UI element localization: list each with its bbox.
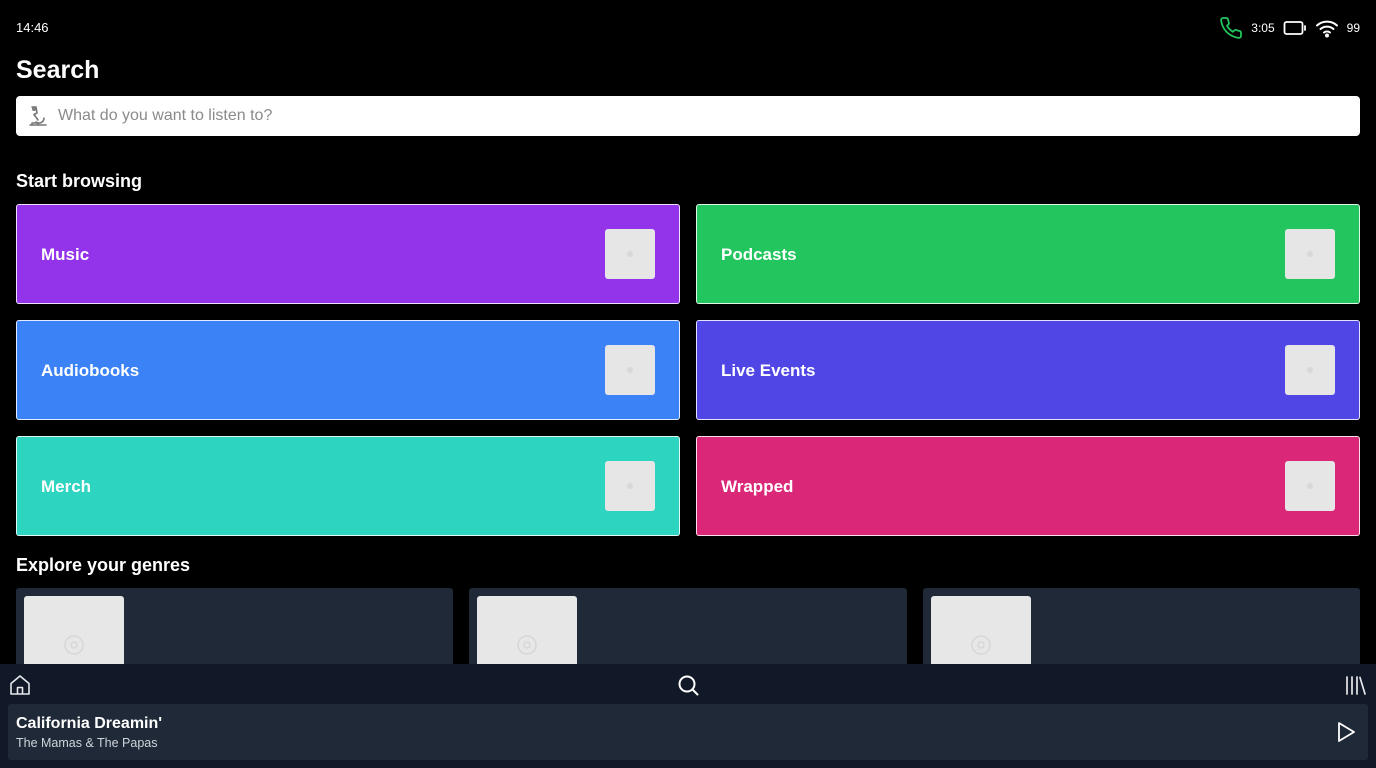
microphone-icon[interactable] bbox=[26, 104, 50, 128]
play-icon[interactable] bbox=[1334, 720, 1358, 744]
status-bar: 14:46 3:05 99 bbox=[0, 0, 1376, 54]
category-card-music[interactable]: Music bbox=[16, 204, 680, 304]
library-icon[interactable] bbox=[1342, 672, 1368, 698]
image-placeholder-icon bbox=[627, 483, 633, 489]
category-image bbox=[1285, 229, 1335, 279]
category-card-audiobooks[interactable]: Audiobooks bbox=[16, 320, 680, 420]
now-playing-title: California Dreamin' bbox=[16, 715, 163, 732]
category-label: Live Events bbox=[721, 361, 816, 380]
browse-heading: Start browsing bbox=[16, 171, 143, 191]
browse-grid: Music Podcasts Audiobooks Live Events Me… bbox=[16, 204, 1360, 536]
disc-icon bbox=[64, 635, 84, 655]
genre-image bbox=[24, 596, 124, 664]
disc-icon bbox=[970, 635, 991, 655]
disc-icon bbox=[517, 635, 538, 655]
category-image bbox=[1285, 461, 1335, 511]
category-label: Merch bbox=[41, 477, 92, 496]
search-input[interactable] bbox=[56, 97, 1360, 135]
image-placeholder-icon bbox=[1307, 483, 1313, 489]
category-image bbox=[1285, 345, 1335, 395]
image-placeholder-icon bbox=[1307, 251, 1313, 257]
genre-image bbox=[477, 596, 578, 664]
category-image bbox=[605, 461, 655, 511]
genre-card[interactable] bbox=[16, 588, 454, 664]
genre-card[interactable] bbox=[922, 588, 1360, 664]
category-label: Audiobooks bbox=[41, 361, 140, 380]
image-placeholder-icon bbox=[627, 367, 633, 373]
image-placeholder-icon bbox=[1307, 367, 1313, 373]
category-card-live-events[interactable]: Live Events bbox=[696, 320, 1360, 420]
genre-image bbox=[930, 596, 1031, 664]
call-duration: 3:05 bbox=[1251, 21, 1275, 35]
category-card-merch[interactable]: Merch bbox=[16, 436, 680, 536]
page-title: Search bbox=[16, 56, 100, 84]
status-time: 14:46 bbox=[16, 20, 49, 35]
wifi-icon bbox=[1315, 18, 1339, 38]
genre-card[interactable] bbox=[469, 588, 907, 664]
category-label: Podcasts bbox=[721, 245, 797, 264]
home-icon[interactable] bbox=[7, 672, 33, 698]
bottom-nav: California Dreamin' The Mamas & The Papa… bbox=[0, 664, 1376, 768]
category-card-podcasts[interactable]: Podcasts bbox=[696, 204, 1360, 304]
battery-icon bbox=[1283, 20, 1307, 36]
now-playing-bar[interactable]: California Dreamin' The Mamas & The Papa… bbox=[8, 704, 1368, 760]
genres-heading: Explore your genres bbox=[16, 555, 191, 575]
phone-icon bbox=[1219, 16, 1243, 40]
genres-row bbox=[16, 588, 1360, 664]
battery-level: 99 bbox=[1346, 21, 1360, 35]
category-label: Wrapped bbox=[721, 477, 794, 496]
category-image bbox=[605, 229, 655, 279]
search-bar[interactable] bbox=[16, 96, 1360, 136]
status-indicators: 3:05 99 bbox=[1219, 16, 1360, 40]
category-image bbox=[605, 345, 655, 395]
now-playing-artist: The Mamas & The Papas bbox=[16, 736, 158, 750]
image-placeholder-icon bbox=[627, 251, 633, 257]
category-label: Music bbox=[41, 245, 90, 264]
search-icon[interactable] bbox=[675, 672, 701, 698]
category-card-wrapped[interactable]: Wrapped bbox=[696, 436, 1360, 536]
